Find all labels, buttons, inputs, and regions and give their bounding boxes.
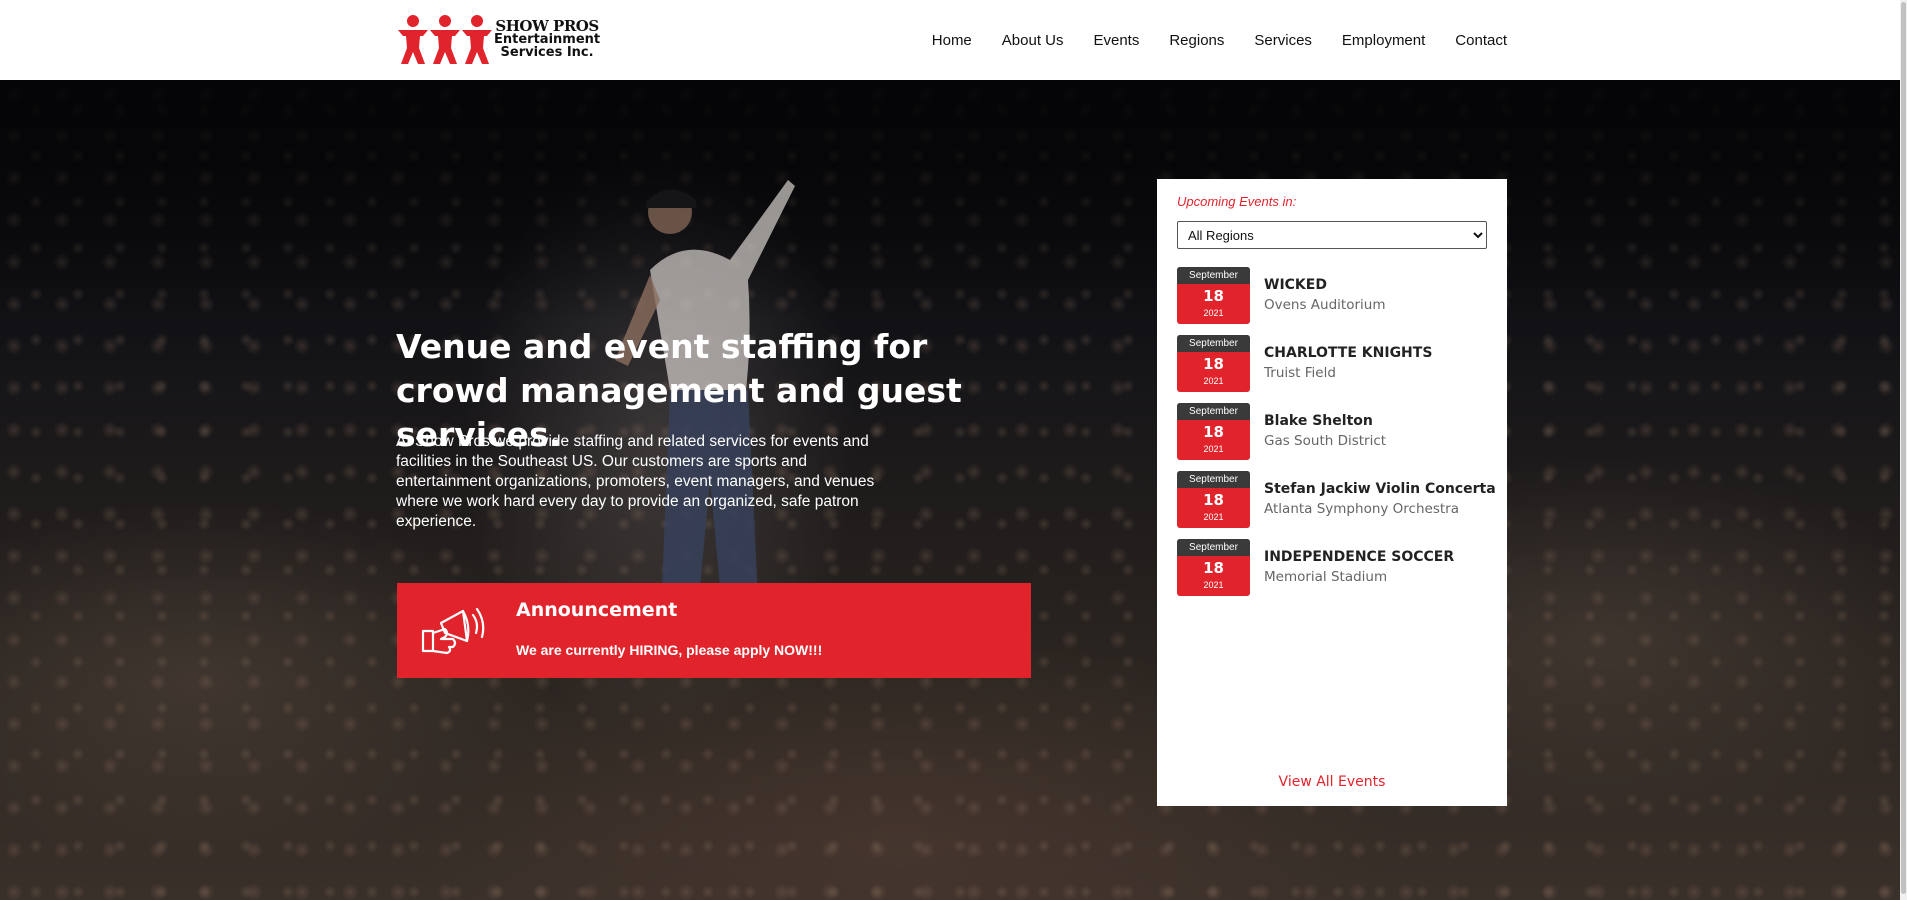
event-date-badge: September 18 2021 [1177,539,1250,596]
event-year: 2021 [1203,444,1224,454]
event-year: 2021 [1203,376,1224,386]
event-month: September [1177,267,1250,284]
event-venue: Atlanta Symphony Orchestra [1264,501,1459,517]
event-item[interactable]: September 18 2021 Stefan Jackiw Violin C… [1177,471,1497,539]
event-month: September [1177,471,1250,488]
event-item[interactable]: September 18 2021 Blake Shelton Gas Sout… [1177,403,1497,471]
main-nav: Home About Us Events Regions Services Em… [902,0,1507,80]
event-day: 18 [1203,423,1224,441]
event-name[interactable]: WICKED [1264,277,1327,293]
event-venue: Memorial Stadium [1264,569,1388,585]
event-list: September 18 2021 WICKED Ovens Auditoriu… [1177,267,1497,607]
scrollbar-thumb[interactable] [1901,2,1906,894]
megaphone-icon [421,607,485,655]
nav-events[interactable]: Events [1093,32,1139,49]
announcement-title: Announcement [516,599,678,621]
upcoming-events-panel: Upcoming Events in: All Regions Septembe… [1157,179,1507,806]
nav-home[interactable]: Home [932,32,972,49]
view-all-events-link[interactable]: View All Events [1157,774,1507,790]
event-day: 18 [1203,491,1224,509]
event-venue: Gas South District [1264,433,1387,449]
event-name[interactable]: INDEPENDENCE SOCCER [1264,549,1454,565]
announcement-banner[interactable]: Announcement We are currently HIRING, pl… [397,583,1031,678]
event-day: 18 [1203,355,1224,373]
nav-services[interactable]: Services [1254,32,1312,49]
event-month: September [1177,539,1250,556]
event-name[interactable]: Blake Shelton [1264,413,1373,429]
event-month: September [1177,403,1250,420]
announcement-text[interactable]: We are currently HIRING, please apply NO… [516,642,822,658]
event-date-badge: September 18 2021 [1177,267,1250,324]
event-month: September [1177,335,1250,352]
site-header: SHOW PROS Entertainment Services Inc. Ho… [0,0,1907,80]
brand-subtitle-2: Services Inc. [500,45,594,60]
hero-section: Venue and event staffing for crowd manag… [0,80,1907,900]
nav-contact[interactable]: Contact [1455,32,1507,49]
event-year: 2021 [1203,580,1224,590]
event-date-badge: September 18 2021 [1177,403,1250,460]
region-select[interactable]: All Regions [1177,221,1487,249]
event-item[interactable]: September 18 2021 INDEPENDENCE SOCCER Me… [1177,539,1497,607]
events-heading: Upcoming Events in: [1177,194,1297,209]
hero-shade [0,80,1907,320]
event-year: 2021 [1203,308,1224,318]
nav-about-us[interactable]: About Us [1002,32,1064,49]
event-day: 18 [1203,559,1224,577]
hero-description: At Show Pros we provide staffing and rel… [396,433,875,530]
event-venue: Truist Field [1264,365,1336,381]
event-name[interactable]: Stefan Jackiw Violin Concerta [1264,481,1496,497]
page-scrollbar[interactable] [1900,0,1907,900]
event-year: 2021 [1203,512,1224,522]
event-name[interactable]: CHARLOTTE KNIGHTS [1264,345,1432,361]
nav-employment[interactable]: Employment [1342,32,1425,49]
brand-logo[interactable]: SHOW PROS Entertainment Services Inc. [396,14,602,66]
event-item[interactable]: September 18 2021 CHARLOTTE KNIGHTS Trui… [1177,335,1497,403]
event-venue: Ovens Auditorium [1264,297,1386,313]
event-item[interactable]: September 18 2021 WICKED Ovens Auditoriu… [1177,267,1497,335]
brand-wordmark: SHOW PROS Entertainment Services Inc. [494,19,600,60]
staff-figures-icon [398,15,492,64]
event-date-badge: September 18 2021 [1177,335,1250,392]
nav-regions[interactable]: Regions [1169,32,1224,49]
event-day: 18 [1203,287,1224,305]
event-date-badge: September 18 2021 [1177,471,1250,528]
